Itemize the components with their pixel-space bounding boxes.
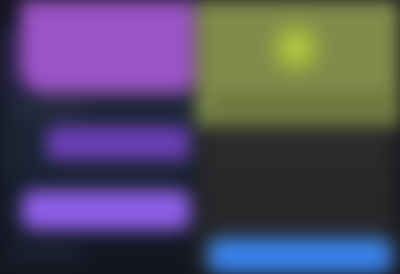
left-middle-placeholder [10, 104, 82, 116]
right-preview-shade [210, 92, 392, 120]
right-preview-glow [268, 20, 324, 76]
right-content-row[interactable] [208, 204, 386, 224]
right-action-button[interactable] [208, 238, 392, 274]
left-middle-highlight-item[interactable] [46, 126, 190, 160]
blurred-ui-screenshot [0, 0, 400, 274]
left-primary-button[interactable] [22, 190, 190, 230]
left-footer-placeholder [8, 246, 80, 258]
top-left-purple-panel [20, 0, 194, 94]
right-content-row[interactable] [208, 172, 386, 196]
right-content-row[interactable] [208, 140, 386, 164]
